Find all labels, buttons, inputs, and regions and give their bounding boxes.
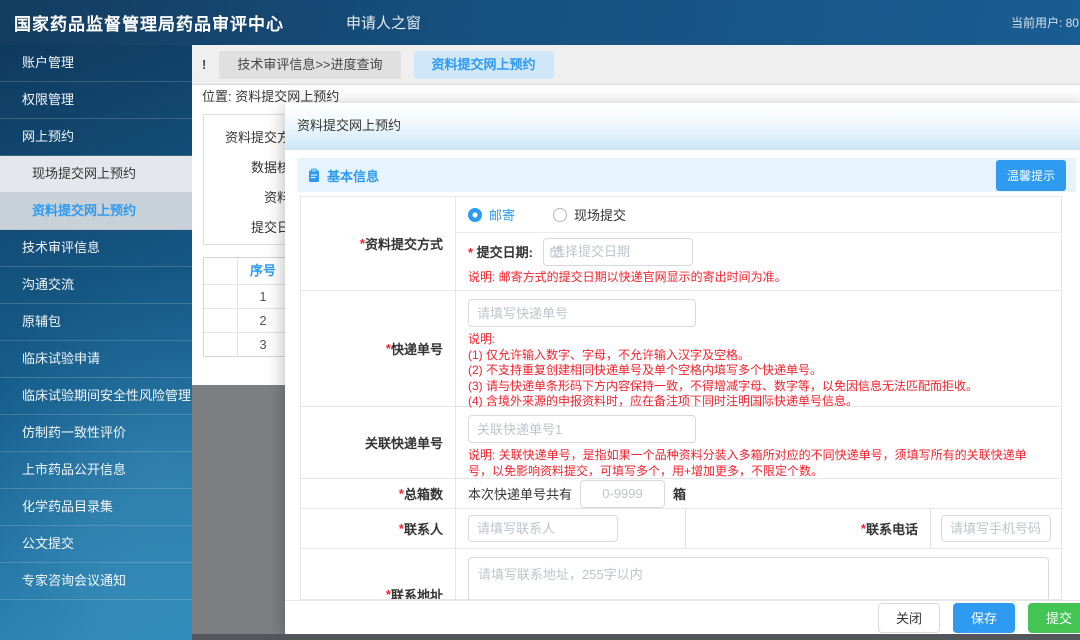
submit-button[interactable]: 提交 (1028, 602, 1080, 633)
phone-label: 联系电话 (686, 509, 931, 548)
sidebar-item-online-reservation[interactable]: 网上预约 (0, 119, 192, 156)
portal-title: 申请人之窗 (346, 15, 422, 32)
address-label: 联系地址 (301, 549, 456, 599)
phone-input[interactable] (941, 515, 1051, 542)
sidebar-item-chemical-drug-catalog[interactable]: 化学药品目录集 (0, 489, 192, 526)
current-user: 当前用户: 80 (1010, 16, 1079, 30)
address-textarea[interactable] (468, 557, 1049, 599)
contact-input[interactable] (468, 515, 618, 542)
close-button[interactable]: 关闭 (878, 602, 940, 633)
tracking-label: 快递单号 (301, 291, 456, 406)
sidebar-item-account-mgmt[interactable]: 账户管理 (0, 45, 192, 82)
calendar-icon (550, 246, 562, 258)
radio-mail[interactable] (468, 207, 482, 222)
submit-method-hint: 说明: 邮寄方式的提交日期以快递官网显示的寄出时间为准。 (468, 270, 787, 284)
sidebar-item-generic-consistency[interactable]: 仿制药一致性评价 (0, 415, 192, 452)
contact-label: 联系人 (301, 509, 456, 548)
table-header-select (204, 258, 238, 284)
sidebar-item-expert-meeting-notice[interactable]: 专家咨询会议通知 (0, 563, 192, 600)
save-button[interactable]: 保存 (953, 602, 1015, 633)
total-boxes-input[interactable] (580, 479, 666, 508)
form-row-related-tracking: 关联快递单号 说明: 关联快递单号，是指如果一个品种资料分装入多箱所对应的不同快… (301, 407, 1061, 479)
radio-mail-label[interactable]: 邮寄 (489, 205, 515, 224)
modal-title: 资料提交网上预约 (297, 118, 402, 133)
basic-info-title: 基本信息 (327, 168, 380, 184)
brand-title: 国家药品监督管理局药品审评中心 (14, 15, 284, 34)
form-row-total-boxes: 总箱数 本次快递单号共有 箱 (301, 479, 1061, 509)
basic-info-section-bar: 基本信息 温馨提示 (297, 158, 1076, 192)
reservation-modal: 资料提交网上预约 基本信息 温馨提示 资料提交方式 邮寄 (285, 103, 1080, 634)
sidebar-item-onsite-submit-reservation[interactable]: 现场提交网上预约 (0, 156, 192, 193)
sidebar-item-marketed-drug-info[interactable]: 上市药品公开信息 (0, 452, 192, 489)
submit-method-label: 资料提交方式 (301, 197, 456, 290)
sidebar-item-tech-review-info[interactable]: 技术审评信息 (0, 230, 192, 267)
reservation-form: 资料提交方式 邮寄 现场提交 提交日期: (300, 196, 1062, 600)
sidebar-item-communication[interactable]: 沟通交流 (0, 267, 192, 304)
sidebar-item-raw-materials[interactable]: 原辅包 (0, 304, 192, 341)
table-cell-seq: 3 (238, 333, 289, 356)
sidebar-item-clinical-safety-risk[interactable]: 临床试验期间安全性风险管理 (0, 378, 192, 415)
query-label-data-check: 数据核 (250, 160, 290, 175)
table-cell-seq: 2 (238, 309, 289, 332)
modal-header: 资料提交网上预约 (285, 103, 1080, 150)
radio-onsite-label[interactable]: 现场提交 (574, 205, 626, 224)
alert-icon[interactable]: ! (202, 57, 206, 72)
tab-material-reservation[interactable]: 资料提交网上预约 (413, 50, 554, 79)
sidebar-item-official-doc-submit[interactable]: 公文提交 (0, 526, 192, 563)
total-boxes-suffix: 箱 (673, 487, 687, 502)
modal-footer: 关闭 保存 提交 (285, 600, 1080, 634)
sidebar-nav: 账户管理 权限管理 网上预约 现场提交网上预约 资料提交网上预约 技术审评信息 … (0, 45, 192, 640)
form-row-address: 联系地址 (301, 549, 1061, 599)
submit-date-input[interactable] (543, 237, 694, 266)
form-row-tracking: 快递单号 说明: (1) 仅允许输入数字、字母，不允许输入汉字及空格。 (2) … (301, 291, 1061, 408)
sidebar-item-clinical-trial-apply[interactable]: 临床试验申请 (0, 341, 192, 378)
tracking-hints: 说明: (1) 仅允许输入数字、字母，不允许输入汉字及空格。 (2) 不支持重复… (468, 332, 979, 408)
related-tracking-label: 关联快递单号 (301, 407, 456, 478)
tracking-number-input[interactable] (468, 299, 696, 327)
table-header-seq: 序号 (238, 258, 289, 284)
total-boxes-prefix: 本次快递单号共有 (468, 487, 573, 502)
warm-tip-button[interactable]: 温馨提示 (995, 159, 1066, 191)
total-boxes-label: 总箱数 (301, 479, 456, 508)
related-tracking-input[interactable] (468, 415, 696, 443)
submit-date-label: 提交日期: (468, 242, 533, 261)
query-label-submit-method: 资料提交方 (224, 130, 290, 145)
tab-bar: ! 技术审评信息>>进度查询 资料提交网上预约 (192, 45, 1080, 85)
clipboard-icon (307, 168, 321, 183)
query-label-material: 资料 (263, 190, 290, 205)
app-header: 国家药品监督管理局药品审评中心 申请人之窗 当前用户: 80 (0, 0, 1080, 45)
modal-body: 基本信息 温馨提示 资料提交方式 邮寄 现场提交 提交日期: (285, 150, 1080, 600)
form-row-contact: 联系人 联系电话 (301, 509, 1061, 549)
form-row-submit-method: 资料提交方式 邮寄 现场提交 提交日期: (301, 197, 1061, 291)
tab-progress-query[interactable]: 技术审评信息>>进度查询 (219, 50, 401, 79)
related-tracking-hint: 说明: 关联快递单号，是指如果一个品种资料分装入多箱所对应的不同快递单号，须填写… (468, 448, 1027, 478)
table-cell-seq: 1 (238, 285, 289, 308)
radio-onsite[interactable] (553, 207, 568, 222)
sidebar-item-material-submit-reservation[interactable]: 资料提交网上预约 (0, 193, 192, 230)
sidebar-item-permission-mgmt[interactable]: 权限管理 (0, 82, 192, 119)
query-label-submit-date: 提交日 (250, 220, 290, 235)
bottom-scrollbar[interactable] (192, 634, 1080, 640)
